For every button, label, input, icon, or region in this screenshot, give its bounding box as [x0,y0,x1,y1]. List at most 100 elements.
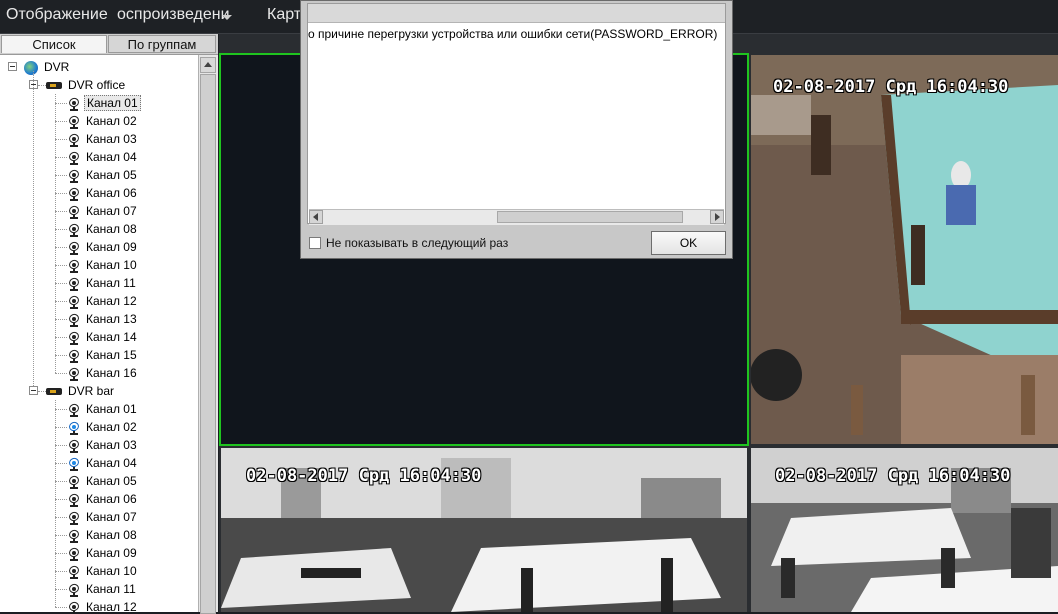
tree-channel-item[interactable]: Канал 07 [67,202,139,220]
tree-connector [55,121,67,122]
tree-channel-item[interactable]: Канал 11 [67,274,138,292]
tree-channel-item[interactable]: Канал 10 [67,562,139,580]
video-pane-bottom-left[interactable]: 02-08-2017 Срд 16:04:30 [221,448,747,612]
tree-channel-item[interactable]: Канал 16 [67,364,139,382]
tree-connector [55,103,67,104]
camera-icon [67,582,81,597]
tree-connector [55,211,67,212]
dont-show-again-label[interactable]: Не показывать в следующий раз [326,236,508,250]
video-pane-top-right[interactable]: 02-08-2017 Срд 16:04:30 [751,55,1058,444]
tree-channel-item[interactable]: Канал 10 [67,256,139,274]
tree-connector [55,553,67,554]
tree-channel-item[interactable]: Канал 02 [67,418,139,436]
tree-connector [38,85,46,86]
scroll-thumb[interactable] [497,211,683,223]
tree-connector [55,400,56,607]
camera-icon [67,438,81,453]
tree-channel-item[interactable]: Канал 08 [67,220,139,238]
camera-icon [67,168,81,183]
tree-connector [55,175,67,176]
tree-scrollbar[interactable] [198,55,218,614]
tree-channel-label: Канал 12 [86,600,137,612]
tree-group-dvr[interactable]: DVR bar [46,382,116,400]
tree-connector [55,319,67,320]
tree-connector [55,499,67,500]
tree-channel-label: Канал 08 [86,528,137,542]
tree-channel-label: Канал 05 [86,474,137,488]
tree-connector [55,157,67,158]
scroll-thumb[interactable] [200,74,216,614]
camera-timestamp: 02-08-2017 Срд 16:04:30 [246,466,482,486]
scroll-left-button[interactable] [309,210,323,224]
tree-connector [55,409,67,410]
tree-connector [55,229,67,230]
tree-connector [55,265,67,266]
tree-connector [55,481,67,482]
message-scrollbar[interactable] [309,209,724,225]
panel-tabs: Список По группам [0,34,218,55]
tree-channel-item[interactable]: Канал 09 [67,544,139,562]
tree-channel-label: Канал 07 [86,510,137,524]
tree-channel-item[interactable]: Канал 03 [67,436,139,454]
scroll-up-button[interactable] [200,57,216,73]
camera-icon [67,240,81,255]
tree-channel-item[interactable]: Канал 06 [67,184,139,202]
tree-root-dvr[interactable]: DVR [24,58,71,76]
collapse-icon[interactable] [8,62,17,71]
tree-channel-label: Канал 15 [86,348,137,362]
tree-connector [55,571,67,572]
tree-channel-item[interactable]: Канал 15 [67,346,139,364]
camera-icon [67,456,81,471]
camera-timestamp: 02-08-2017 Срд 16:04:30 [775,466,1011,486]
tree-connector [55,139,67,140]
tree-channel-item[interactable]: Канал 12 [67,598,139,612]
tree-channel-item[interactable]: Канал 04 [67,148,139,166]
tree-connector [55,193,67,194]
tree-channel-label: Канал 12 [86,294,137,308]
menu-playback[interactable]: оспроизведени [117,6,230,24]
tree-channel-item[interactable]: Канал 03 [67,130,139,148]
dvr-device-icon [46,82,62,90]
tree-channel-label: Канал 08 [86,222,137,236]
tree-channel-item[interactable]: Канал 08 [67,526,139,544]
error-dialog: о причине перегрузки устройства или ошиб… [300,0,733,259]
tree-channel-item[interactable]: Канал 09 [67,238,139,256]
scroll-right-button[interactable] [710,210,724,224]
camera-icon [67,420,81,435]
tree-channel-label: Канал 09 [86,546,137,560]
tree-channel-item[interactable]: Канал 05 [67,166,139,184]
tree-root-label: DVR [44,60,70,74]
tree-channel-item[interactable]: Канал 14 [67,328,139,346]
tree-channel-item[interactable]: Канал 01 [67,94,141,112]
tree-channel-item[interactable]: Канал 07 [67,508,139,526]
camera-icon [67,510,81,525]
ok-button[interactable]: OK [651,231,726,255]
tree-channel-item[interactable]: Канал 01 [67,400,139,418]
tab-groups[interactable]: По группам [108,35,216,53]
camera-icon [67,150,81,165]
dont-show-again-checkbox[interactable] [309,237,321,249]
camera-icon [67,546,81,561]
tree-channel-item[interactable]: Канал 06 [67,490,139,508]
chevron-down-icon[interactable] [222,15,232,20]
video-pane-bottom-right[interactable]: 02-08-2017 Срд 16:04:30 [751,448,1058,612]
camera-icon [67,114,81,129]
tree-channel-item[interactable]: Канал 11 [67,580,138,598]
tree-connector [55,589,67,590]
tree-channel-item[interactable]: Канал 02 [67,112,139,130]
tree-channel-item[interactable]: Канал 12 [67,292,139,310]
tree-channel-item[interactable]: Канал 04 [67,454,139,472]
tree-group-dvr[interactable]: DVR office [46,76,127,94]
collapse-icon[interactable] [29,386,38,395]
tab-list[interactable]: Список [1,35,107,53]
error-message: о причине перегрузки устройства или ошиб… [308,27,718,41]
tree-channel-item[interactable]: Канал 05 [67,472,139,490]
tree-connector [55,247,67,248]
tree-channel-label: Канал 06 [86,186,137,200]
tree-channel-item[interactable]: Канал 13 [67,310,139,328]
menu-display[interactable]: Отображение [6,6,108,24]
camera-icon [67,492,81,507]
tree-channel-label: Канал 06 [86,492,137,506]
tree-connector [55,607,67,608]
menu-map[interactable]: Карт [267,6,301,24]
